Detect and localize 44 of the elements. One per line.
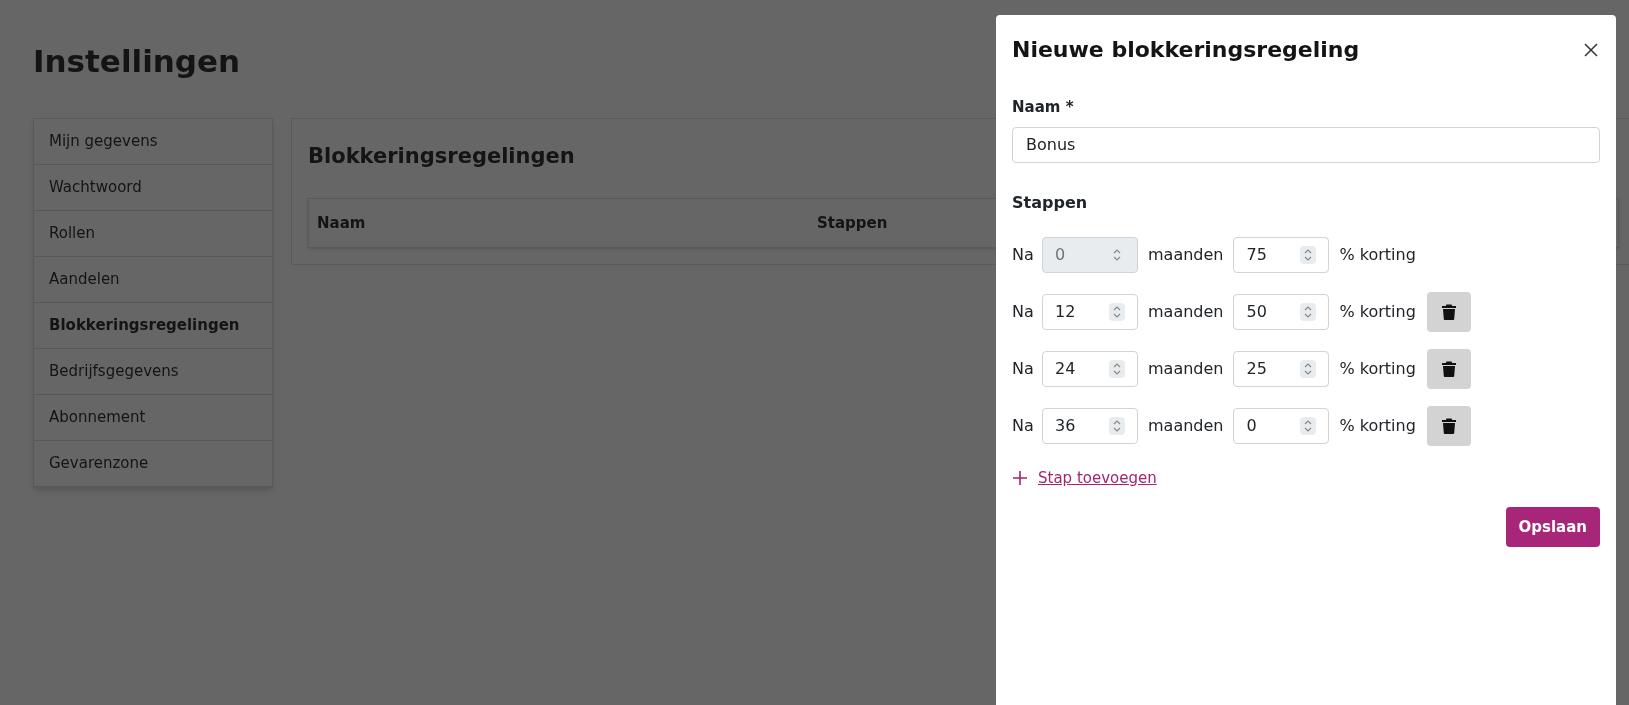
discount-label: % korting [1339,301,1416,323]
trash-icon [1441,304,1456,320]
months-label: maanden [1148,358,1224,380]
column-header: Stappen [817,212,888,234]
number-field[interactable]: 75 [1233,237,1330,273]
number-field[interactable]: 24 [1042,351,1138,387]
page-title: Instellingen [33,42,241,81]
step-prefix: Na [1012,244,1032,266]
dialog-title: Nieuwe blokkeringsregeling [1012,36,1360,64]
spinner-icon[interactable] [1109,417,1125,435]
months-label: maanden [1148,301,1224,323]
save-button[interactable]: Opslaan [1505,507,1600,547]
close-icon[interactable] [1584,42,1598,57]
step-prefix: Na [1012,301,1032,323]
spinner-icon[interactable] [1109,360,1125,378]
discount-label: % korting [1339,415,1416,437]
name-input[interactable]: Bonus [1012,126,1600,163]
months-label: maanden [1148,415,1224,437]
field-label: Naam * [1012,97,1075,118]
number-field[interactable]: 0 [1233,408,1330,444]
steps-title: Stappen [1012,191,1089,214]
discount-label: % korting [1339,244,1416,266]
step-prefix: Na [1012,415,1032,437]
spinner-icon[interactable] [1300,246,1317,264]
delete-button[interactable] [1426,349,1471,389]
number-field[interactable]: 36 [1042,408,1138,444]
step-prefix: Na [1012,358,1032,380]
section-title: Blokkeringsregelingen [308,142,575,170]
discount-label: % korting [1339,358,1416,380]
spinner-icon[interactable] [1300,417,1317,435]
trash-icon [1441,361,1456,377]
trash-icon [1441,418,1456,434]
column-header: Naam [317,212,367,234]
plus-icon[interactable] [1012,469,1028,486]
delete-button[interactable] [1426,292,1471,332]
number-field[interactable]: 50 [1233,294,1330,330]
number-field[interactable]: 12 [1042,294,1138,330]
spinner-icon[interactable] [1300,360,1317,378]
spinner-icon[interactable] [1109,303,1125,321]
add-step-link[interactable]: Stap toevoegen [1038,466,1157,489]
months-label: maanden [1148,244,1224,266]
delete-button[interactable] [1426,406,1471,446]
spinner-icon[interactable] [1300,303,1317,321]
number-field[interactable]: 25 [1233,351,1330,387]
